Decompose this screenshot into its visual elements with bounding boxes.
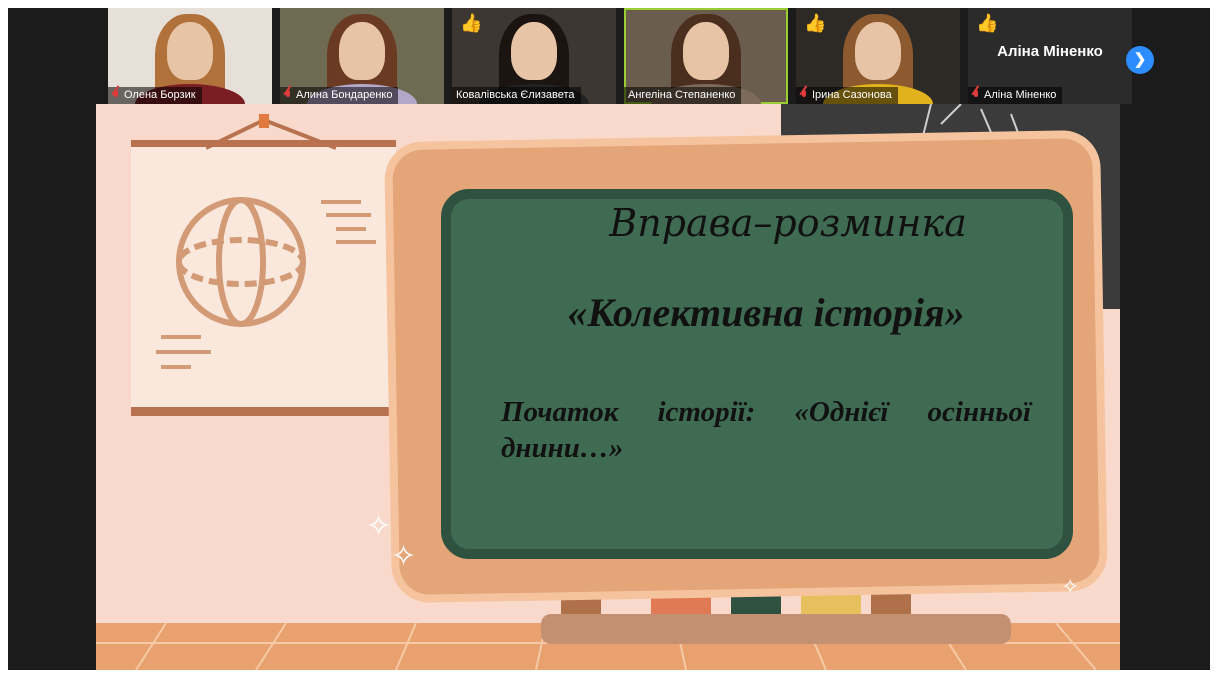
participant-label: Алина Бондаренко	[280, 87, 399, 104]
mic-muted-icon	[972, 90, 980, 101]
slide-subtitle: «Колективна історія»	[567, 290, 965, 335]
participant-display-name: Аліна Міненко	[997, 43, 1103, 60]
slide-title: Вправа–розминка	[609, 201, 967, 245]
mic-muted-icon	[800, 90, 808, 101]
shared-screen-slide: Вправа–розминка «Колективна історія» Поч…	[96, 104, 1120, 670]
participant-face	[167, 22, 213, 80]
mic-muted-icon	[284, 90, 292, 101]
participant-name: Алина Бондаренко	[296, 89, 393, 101]
participant-face	[339, 22, 385, 80]
participant-name: Ковалівська Єлизавета	[456, 89, 575, 101]
hanging-chart	[131, 140, 396, 416]
participant-face	[855, 22, 901, 80]
thumbs-up-icon: 👍	[460, 13, 483, 33]
participant-label: Олена Борзик	[108, 87, 202, 104]
thumbs-up-icon: 👍	[804, 13, 827, 33]
participant-name: Ангеліна Степаненко	[628, 89, 736, 101]
sparkle-icon: ✧	[366, 510, 392, 543]
participant-name: Олена Борзик	[124, 89, 196, 101]
participant-tile[interactable]: 👍 Ірина Сазонова	[796, 8, 960, 104]
sparkle-icon: ✧	[1061, 574, 1080, 599]
participant-tile[interactable]: 👍 Ковалівська Єлизавета	[452, 8, 616, 104]
video-stage: Олена Борзик Алина Бондаренко 👍 Ковалівс	[8, 8, 1210, 670]
participant-label: Аліна Міненко	[968, 87, 1063, 104]
participant-tile[interactable]: Олена Борзик	[108, 8, 272, 104]
participant-tile[interactable]: Алина Бондаренко	[280, 8, 444, 104]
sparkle-icon: ✧	[391, 540, 417, 573]
participant-label: Ірина Сазонова	[796, 87, 898, 104]
participant-tile-no-video[interactable]: 👍 Аліна Міненко Аліна Міненко	[968, 8, 1132, 104]
participant-label: Ангеліна Степаненко	[624, 87, 742, 104]
participant-name: Ірина Сазонова	[812, 89, 892, 101]
participant-face	[683, 22, 729, 80]
participant-tile-active-speaker[interactable]: Ангеліна Степаненко	[624, 8, 788, 104]
next-page-button[interactable]: ❯	[1126, 46, 1154, 74]
participant-strip: Олена Борзик Алина Бондаренко 👍 Ковалівс	[108, 8, 1132, 104]
participant-label: Ковалівська Єлизавета	[452, 87, 581, 104]
thumbs-up-icon: 👍	[976, 13, 999, 33]
participant-face	[511, 22, 557, 80]
globe-illustration	[156, 197, 376, 369]
slide-body: Початок історії: «Однієї осінньої днини……	[501, 396, 1031, 464]
mic-muted-icon	[112, 90, 120, 101]
chevron-right-icon: ❯	[1133, 51, 1147, 68]
participant-name: Аліна Міненко	[984, 89, 1057, 101]
chart-hanger	[206, 114, 337, 150]
app-window: Олена Борзик Алина Бондаренко 👍 Ковалівс	[0, 0, 1217, 675]
